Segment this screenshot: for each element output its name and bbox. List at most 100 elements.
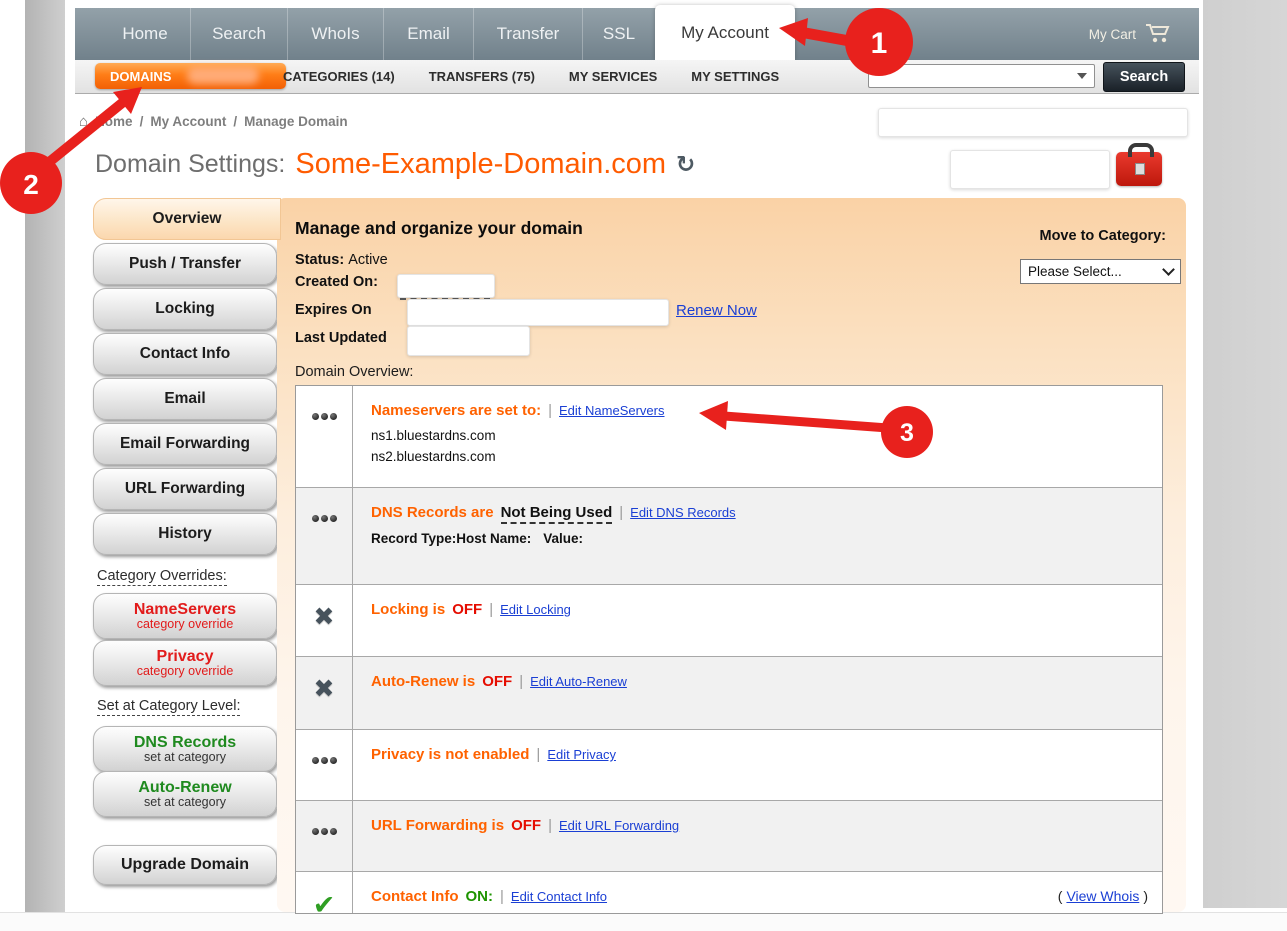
dots-icon xyxy=(296,730,353,800)
combobox-dropdown-icon[interactable] xyxy=(1077,73,1087,79)
edit-contact-info-link[interactable]: Edit Contact Info xyxy=(511,889,607,904)
breadcrumb-my-account[interactable]: My Account xyxy=(150,114,226,129)
upgrade-domain-button[interactable]: Upgrade Domain xyxy=(93,845,277,885)
breadcrumb: ⌂ Home / My Account / Manage Domain xyxy=(79,113,348,130)
bottom-frame-strip xyxy=(0,912,1287,931)
page-title: Domain Settings: Some-Example-Domain.com… xyxy=(95,148,695,181)
separator: | xyxy=(489,601,493,618)
sub-nav-my-settings[interactable]: MY SETTINGS xyxy=(691,69,779,84)
separator: | xyxy=(548,817,552,834)
top-nav: Home Search WhoIs Email Transfer SSL My … xyxy=(75,8,1199,60)
sub-nav-categories[interactable]: CATEGORIES (14) xyxy=(283,69,395,84)
category-select[interactable]: Please Select... xyxy=(1020,259,1181,284)
row-title: Nameservers are set to: xyxy=(371,402,541,419)
status-value: Active xyxy=(348,252,388,268)
status-label: Status: xyxy=(295,252,344,268)
sub-nav-my-services[interactable]: MY SERVICES xyxy=(569,69,657,84)
separator: | xyxy=(619,504,623,521)
tab-whois[interactable]: WhoIs xyxy=(288,8,384,60)
table-row-nameservers: Nameservers are set to: | Edit NameServe… xyxy=(296,386,1162,488)
row-title: Auto-Renew is xyxy=(371,673,475,690)
row-status: Not Being Used xyxy=(501,504,613,524)
row-status: ON: xyxy=(466,888,494,905)
chevron-down-icon xyxy=(1162,263,1175,276)
refresh-icon[interactable]: ↻ xyxy=(676,151,695,178)
whois-paren-open: ( xyxy=(1058,888,1063,904)
edit-nameservers-link[interactable]: Edit NameServers xyxy=(559,403,664,418)
row-title: Contact Info xyxy=(371,888,459,905)
edit-dns-records-link[interactable]: Edit DNS Records xyxy=(630,505,735,520)
sidebar-tab-contact-info[interactable]: Contact Info xyxy=(93,333,277,375)
my-cart-button[interactable]: My Cart xyxy=(1089,8,1171,60)
sidebar-tab-locking[interactable]: Locking xyxy=(93,288,277,330)
value-header: Value: xyxy=(543,531,583,546)
override-title: NameServers xyxy=(134,601,236,618)
sub-nav-transfers[interactable]: TRANSFERS (75) xyxy=(429,69,535,84)
home-icon: ⌂ xyxy=(79,113,88,130)
override-subtitle: category override xyxy=(137,618,234,632)
top-nav-tabs: Home Search WhoIs Email Transfer SSL xyxy=(100,8,1199,60)
sidebar-tab-history[interactable]: History xyxy=(93,513,277,555)
edit-locking-link[interactable]: Edit Locking xyxy=(500,602,571,617)
edit-url-forwarding-link[interactable]: Edit URL Forwarding xyxy=(559,818,679,833)
status-line: Status: Active xyxy=(295,252,388,268)
sidebar-tab-email-forwarding[interactable]: Email Forwarding xyxy=(93,423,277,465)
tab-home[interactable]: Home xyxy=(100,8,191,60)
breadcrumb-home[interactable]: Home xyxy=(95,114,133,129)
left-frame-strip xyxy=(25,0,65,912)
page-title-prefix: Domain Settings: xyxy=(95,150,285,179)
row-title: URL Forwarding is xyxy=(371,817,504,834)
search-button[interactable]: Search xyxy=(1103,62,1185,92)
view-whois-link[interactable]: View Whois xyxy=(1066,888,1139,904)
sidebar-privacy-override-button[interactable]: Privacy category override xyxy=(93,640,277,686)
sidebar-nameservers-override-button[interactable]: NameServers category override xyxy=(93,593,277,639)
sidebar-tab-push-transfer[interactable]: Push / Transfer xyxy=(93,243,277,285)
edit-auto-renew-link[interactable]: Edit Auto-Renew xyxy=(530,674,627,689)
created-line: Created On: xyxy=(295,274,378,290)
my-cart-label: My Cart xyxy=(1089,27,1136,42)
edit-privacy-link[interactable]: Edit Privacy xyxy=(547,747,616,762)
category-subtitle: set at category xyxy=(144,751,226,765)
tab-transfer[interactable]: Transfer xyxy=(474,8,583,60)
table-row-privacy: Privacy is not enabled | Edit Privacy xyxy=(296,730,1162,801)
sidebar-tab-overview[interactable]: Overview xyxy=(93,198,281,240)
table-row-auto-renew: ✖ Auto-Renew is OFF | Edit Auto-Renew xyxy=(296,657,1162,730)
redacted-box-top-right xyxy=(878,108,1188,137)
override-subtitle: category override xyxy=(137,665,234,679)
redacted-updated-date xyxy=(407,326,530,356)
sidebar-auto-renew-category-button[interactable]: Auto-Renew set at category xyxy=(93,771,277,817)
toolbox-icon[interactable] xyxy=(1116,152,1162,186)
x-icon: ✖ xyxy=(296,657,353,729)
whois-paren-close: ) xyxy=(1143,888,1148,904)
nameserver-1: ns1.bluestardns.com xyxy=(371,428,1144,443)
sidebar-tab-url-forwarding[interactable]: URL Forwarding xyxy=(93,468,277,510)
breadcrumb-separator: / xyxy=(140,114,144,129)
page-title-domain: Some-Example-Domain.com xyxy=(295,148,666,181)
move-to-category-label: Move to Category: xyxy=(1008,228,1166,244)
sub-nav: DOMAINS CATEGORIES (14) TRANSFERS (75) M… xyxy=(75,60,1199,94)
sub-nav-domains-button[interactable]: DOMAINS xyxy=(95,63,286,89)
redacted-count-smudge xyxy=(187,67,259,84)
sidebar-dns-records-category-button[interactable]: DNS Records set at category xyxy=(93,726,277,772)
tab-email[interactable]: Email xyxy=(384,8,474,60)
domain-search-combobox[interactable] xyxy=(868,64,1095,88)
x-icon: ✖ xyxy=(296,585,353,656)
row-title: Locking is xyxy=(371,601,445,618)
row-title: DNS Records are xyxy=(371,504,494,521)
redacted-box-title-right xyxy=(950,150,1110,189)
redacted-created-date xyxy=(397,274,495,298)
renew-now-link[interactable]: Renew Now xyxy=(676,302,757,319)
sub-nav-items: CATEGORIES (14) TRANSFERS (75) MY SERVIC… xyxy=(283,60,779,93)
tab-ssl[interactable]: SSL xyxy=(583,8,656,60)
domain-overview-label: Domain Overview: xyxy=(295,364,413,380)
sidebar-tab-email[interactable]: Email xyxy=(93,378,277,420)
check-icon: ✔ xyxy=(296,872,353,914)
breadcrumb-manage-domain: Manage Domain xyxy=(244,114,348,129)
override-title: Privacy xyxy=(157,648,214,665)
nameserver-2: ns2.bluestardns.com xyxy=(371,449,1144,464)
tab-my-account[interactable]: My Account xyxy=(655,5,795,60)
record-type-header: Record Type: xyxy=(371,531,456,546)
row-status: OFF xyxy=(482,673,512,690)
separator: | xyxy=(519,673,523,690)
tab-search[interactable]: Search xyxy=(191,8,288,60)
